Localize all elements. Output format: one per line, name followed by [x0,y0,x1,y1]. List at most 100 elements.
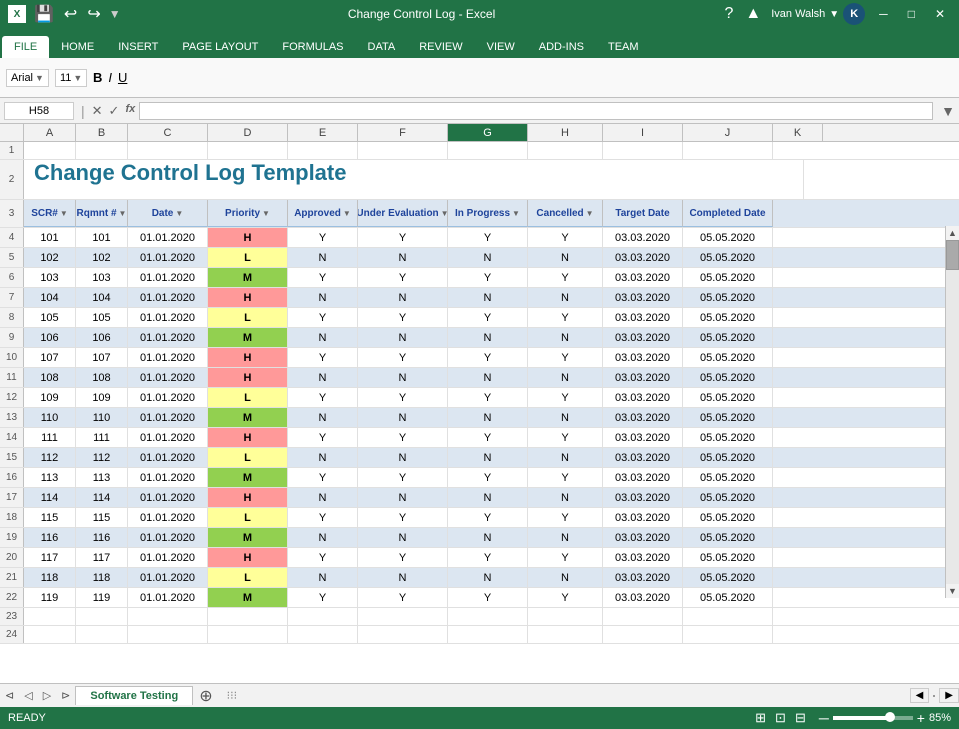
cell-23c[interactable] [128,608,208,625]
cell-undereval-13[interactable]: N [358,408,448,427]
cell-rqmnt-15[interactable]: 112 [76,448,128,467]
col-header-i[interactable]: I [603,124,683,141]
cell-23j[interactable] [683,608,773,625]
cell-inprogress-13[interactable]: N [448,408,528,427]
tab-file[interactable]: FILE [2,36,49,58]
cell-targetdate-13[interactable]: 03.03.2020 [603,408,683,427]
cell-targetdate-6[interactable]: 03.03.2020 [603,268,683,287]
cell-cancelled-15[interactable]: N [528,448,603,467]
cell-targetdate-9[interactable]: 03.03.2020 [603,328,683,347]
cell-date-7[interactable]: 01.01.2020 [128,288,208,307]
cell-date-12[interactable]: 01.01.2020 [128,388,208,407]
cell-scr-17[interactable]: 114 [24,488,76,507]
cell-approved-14[interactable]: Y [288,428,358,447]
horizontal-scroll-area[interactable]: ◀ ▶ [910,688,959,703]
cell-date-11[interactable]: 01.01.2020 [128,368,208,387]
cell-approved-6[interactable]: Y [288,268,358,287]
header-approved[interactable]: Approved ▼ [288,200,358,227]
cell-date-14[interactable]: 01.01.2020 [128,428,208,447]
cell-rqmnt-9[interactable]: 106 [76,328,128,347]
header-cancelled[interactable]: Cancelled ▼ [528,200,603,227]
cell-undereval-19[interactable]: N [358,528,448,547]
cell-priority-8[interactable]: L [208,308,288,327]
cell-23g[interactable] [448,608,528,625]
cell-cancelled-13[interactable]: N [528,408,603,427]
cell-scr-22[interactable]: 119 [24,588,76,607]
cell-inprogress-14[interactable]: Y [448,428,528,447]
cell-completeddate-10[interactable]: 05.05.2020 [683,348,773,367]
header-in-progress[interactable]: In Progress ▼ [448,200,528,227]
cell-cancelled-16[interactable]: Y [528,468,603,487]
tab-add-ins[interactable]: ADD-INS [527,36,596,58]
zoom-slider-thumb[interactable] [885,712,895,722]
cell-targetdate-21[interactable]: 03.03.2020 [603,568,683,587]
cell-date-16[interactable]: 01.01.2020 [128,468,208,487]
cell-date-4[interactable]: 01.01.2020 [128,228,208,247]
cell-priority-18[interactable]: L [208,508,288,527]
cell-date-22[interactable]: 01.01.2020 [128,588,208,607]
cell-scr-19[interactable]: 116 [24,528,76,547]
tab-formulas[interactable]: FORMULAS [270,36,355,58]
cell-date-15[interactable]: 01.01.2020 [128,448,208,467]
cell-targetdate-7[interactable]: 03.03.2020 [603,288,683,307]
cell-scr-20[interactable]: 117 [24,548,76,567]
cell-rqmnt-10[interactable]: 107 [76,348,128,367]
col-header-g[interactable]: G [448,124,528,141]
cell-e1[interactable] [288,142,358,159]
cell-rqmnt-13[interactable]: 110 [76,408,128,427]
header-completed-date[interactable]: Completed Date [683,200,773,227]
cell-cancelled-17[interactable]: N [528,488,603,507]
vertical-scrollbar[interactable]: ▲ ▼ [945,226,959,598]
cell-priority-19[interactable]: M [208,528,288,547]
cell-rqmnt-14[interactable]: 111 [76,428,128,447]
cell-rqmnt-4[interactable]: 101 [76,228,128,247]
cell-completeddate-15[interactable]: 05.05.2020 [683,448,773,467]
cell-rqmnt-21[interactable]: 118 [76,568,128,587]
cell-rqmnt-20[interactable]: 117 [76,548,128,567]
cell-priority-15[interactable]: L [208,448,288,467]
cell-scr-4[interactable]: 101 [24,228,76,247]
page-break-view-button[interactable]: ⊟ [792,709,809,727]
cell-cancelled-20[interactable]: Y [528,548,603,567]
cell-rqmnt-19[interactable]: 116 [76,528,128,547]
cell-priority-17[interactable]: H [208,488,288,507]
cell-cancelled-12[interactable]: Y [528,388,603,407]
cell-23e[interactable] [288,608,358,625]
tab-team[interactable]: TEAM [596,36,651,58]
cell-cancelled-5[interactable]: N [528,248,603,267]
cell-cancelled-6[interactable]: Y [528,268,603,287]
cell-date-21[interactable]: 01.01.2020 [128,568,208,587]
cell-approved-15[interactable]: N [288,448,358,467]
sheet-nav-right[interactable]: ▷ [38,684,56,707]
bold-button[interactable]: B [93,70,102,85]
add-sheet-button[interactable]: ⊕ [193,686,218,706]
cell-date-5[interactable]: 01.01.2020 [128,248,208,267]
cell-inprogress-6[interactable]: Y [448,268,528,287]
cell-completeddate-20[interactable]: 05.05.2020 [683,548,773,567]
cell-cancelled-8[interactable]: Y [528,308,603,327]
cell-cancelled-18[interactable]: Y [528,508,603,527]
cell-f1[interactable] [358,142,448,159]
maximize-button[interactable]: □ [902,5,921,23]
cell-approved-7[interactable]: N [288,288,358,307]
cell-scr-14[interactable]: 111 [24,428,76,447]
cell-i1[interactable] [603,142,683,159]
close-button[interactable]: ✕ [929,5,951,23]
cell-inprogress-20[interactable]: Y [448,548,528,567]
scroll-up-arrow[interactable]: ▲ [946,226,959,240]
cell-completeddate-6[interactable]: 05.05.2020 [683,268,773,287]
cell-date-18[interactable]: 01.01.2020 [128,508,208,527]
zoom-in-button[interactable]: + [917,710,925,726]
cell-approved-18[interactable]: Y [288,508,358,527]
cell-priority-22[interactable]: M [208,588,288,607]
cell-priority-16[interactable]: M [208,468,288,487]
cell-approved-22[interactable]: Y [288,588,358,607]
cell-cancelled-19[interactable]: N [528,528,603,547]
cell-approved-9[interactable]: N [288,328,358,347]
normal-view-button[interactable]: ⊞ [752,709,769,727]
redo-button[interactable]: ↪ [85,2,102,26]
cancelled-dropdown-icon[interactable]: ▼ [586,209,594,218]
inprogress-dropdown-icon[interactable]: ▼ [512,209,520,218]
header-target-date[interactable]: Target Date [603,200,683,227]
insert-function-icon[interactable]: fx [125,103,135,119]
